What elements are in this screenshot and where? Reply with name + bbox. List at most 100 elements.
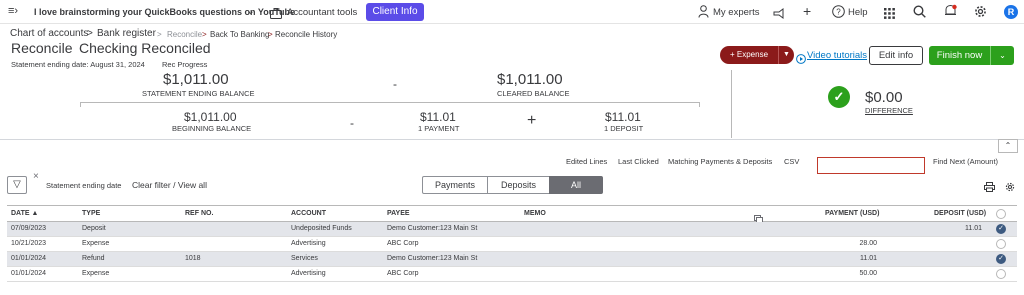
column-deposit[interactable]: DEPOSIT (USD) xyxy=(934,210,986,217)
filter-button[interactable]: ▽ xyxy=(7,176,27,194)
row-cleared-radio[interactable]: ✓ xyxy=(996,224,1006,234)
chevron-down-icon[interactable]: ⌄ xyxy=(247,6,255,17)
cell-type: Deposit xyxy=(82,225,106,232)
chevron-down-icon: ▼ xyxy=(783,51,790,58)
clear-filter-link[interactable]: Clear filter / View all xyxy=(132,180,207,190)
payments-amount: $11.01 xyxy=(420,110,456,124)
chevron-down-icon: ⌄ xyxy=(999,51,1006,60)
last-clicked-link[interactable]: Last Clicked xyxy=(618,157,659,166)
bell-icon[interactable] xyxy=(944,4,957,23)
gear-icon[interactable] xyxy=(974,5,987,23)
deposits-amount: $11.01 xyxy=(605,110,641,124)
payments-count-label: 1 PAYMENT xyxy=(418,124,460,133)
cell-date: 01/01/2024 xyxy=(11,255,47,262)
help-link[interactable]: Help xyxy=(848,7,868,18)
difference-amount: $0.00 xyxy=(865,89,903,106)
chevron-up-icon: ⌃ xyxy=(1004,141,1012,150)
cell-deposit: 11.01 xyxy=(965,225,982,232)
video-tutorials-link[interactable]: Video tutorials xyxy=(807,50,867,61)
table-row[interactable]: 01/01/2024 Refund 1018 Services Demo Custome… xyxy=(7,252,1017,267)
column-payment[interactable]: PAYMENT (USD) xyxy=(825,210,879,217)
tab-all[interactable]: All xyxy=(549,176,603,194)
cell-payment: 50.00 xyxy=(859,270,877,277)
client-info-button[interactable]: Client Info xyxy=(366,3,424,21)
breadcrumb-bank-register[interactable]: Bank register xyxy=(97,28,156,39)
edited-lines-link[interactable]: Edited Lines xyxy=(566,157,607,166)
menu-collapse-icon[interactable]: ≡› xyxy=(8,5,18,17)
breadcrumb-separator: > xyxy=(202,30,207,39)
row-cleared-radio[interactable] xyxy=(996,269,1006,279)
cell-payee: Demo Customer:123 Main St xyxy=(387,225,478,232)
minus-operator: - xyxy=(350,116,354,130)
expense-dropdown-button[interactable]: ▼ xyxy=(778,46,794,64)
cell-date: 10/21/2023 xyxy=(11,240,47,247)
megaphone-icon[interactable] xyxy=(773,6,785,24)
cell-type: Refund xyxy=(82,255,105,262)
column-date[interactable]: DATE ▲ xyxy=(11,210,38,217)
table-settings-gear-icon[interactable] xyxy=(1005,179,1015,197)
checkmark-icon: ✓ xyxy=(828,86,850,108)
breadcrumb-separator: > xyxy=(87,28,93,39)
rec-progress-link[interactable]: Rec Progress xyxy=(162,60,207,69)
difference-label: DIFFERENCE xyxy=(865,106,913,115)
cell-type: Expense xyxy=(82,240,110,247)
column-account[interactable]: ACCOUNT xyxy=(291,210,326,217)
cell-ref: 1018 xyxy=(185,255,201,262)
help-icon[interactable]: ? xyxy=(832,5,845,23)
beginning-balance-label: BEGINNING BALANCE xyxy=(172,124,252,133)
column-type[interactable]: TYPE xyxy=(82,210,100,217)
column-memo[interactable]: MEMO xyxy=(524,210,546,217)
column-payee[interactable]: PAYEE xyxy=(387,210,410,217)
table-row[interactable]: 01/01/2024 Expense Advertising ABC Corp 50.0… xyxy=(7,267,1017,282)
find-amount-input[interactable] xyxy=(817,157,925,174)
find-next-link[interactable]: Find Next (Amount) xyxy=(933,157,998,166)
briefcase-icon[interactable] xyxy=(270,6,282,24)
divider xyxy=(699,102,700,107)
cell-date: 01/01/2024 xyxy=(11,270,47,277)
person-icon[interactable] xyxy=(698,5,709,23)
cleared-balance: $1,011.00 xyxy=(497,71,563,88)
row-cleared-radio[interactable] xyxy=(996,239,1006,249)
add-expense-button[interactable]: + Expense xyxy=(720,46,778,64)
tab-payments[interactable]: Payments xyxy=(422,176,488,194)
cell-payment: 28.00 xyxy=(859,240,877,247)
breadcrumb-back-to-banking[interactable]: Back To Banking xyxy=(210,30,269,39)
my-experts-link[interactable]: My experts xyxy=(713,7,759,18)
finish-dropdown-button[interactable]: ⌄ xyxy=(990,46,1014,65)
select-all-radio[interactable] xyxy=(996,209,1006,219)
cell-account: Undeposited Funds xyxy=(291,225,352,232)
funnel-icon: ▽ xyxy=(13,179,21,190)
collapse-summary-button[interactable]: ⌃ xyxy=(998,139,1018,153)
row-cleared-radio[interactable]: ✓ xyxy=(996,254,1006,264)
breadcrumb-reconcile-history[interactable]: Reconcile History xyxy=(275,30,337,39)
print-icon[interactable] xyxy=(984,179,995,197)
tab-deposits[interactable]: Deposits xyxy=(487,176,550,194)
apps-grid-icon[interactable] xyxy=(884,6,895,24)
csv-link[interactable]: CSV xyxy=(784,157,799,166)
company-name[interactable]: I love brainstorming your QuickBooks que… xyxy=(34,7,295,17)
table-row[interactable]: 07/09/2023 Deposit Undeposited Funds Demo C… xyxy=(7,222,1017,237)
cell-type: Expense xyxy=(82,270,110,277)
matching-payments-deposits-link[interactable]: Matching Payments & Deposits xyxy=(668,157,772,166)
section-divider xyxy=(0,139,1024,140)
search-icon[interactable] xyxy=(913,5,926,23)
play-circle-icon[interactable] xyxy=(796,51,806,69)
page-title: Reconcile xyxy=(11,40,73,56)
cell-account: Advertising xyxy=(291,270,326,277)
divider xyxy=(80,102,81,107)
finish-now-button[interactable]: Finish now xyxy=(929,46,990,65)
clear-filter-close-icon[interactable]: × xyxy=(33,171,39,182)
table-row[interactable]: 10/21/2023 Expense Advertising ABC Corp 28.0… xyxy=(7,237,1017,252)
column-ref-no[interactable]: REF NO. xyxy=(185,210,213,217)
beginning-balance: $1,011.00 xyxy=(184,110,237,124)
svg-text:?: ? xyxy=(836,8,841,17)
statement-date-filter-label: Statement ending date xyxy=(46,181,122,190)
breadcrumb-chart-of-accounts[interactable]: Chart of accounts xyxy=(10,28,88,39)
cell-date: 07/09/2023 xyxy=(11,225,47,232)
divider xyxy=(731,70,732,138)
plus-icon[interactable]: + xyxy=(803,3,811,19)
accountant-tools-link[interactable]: Accountant tools xyxy=(287,7,357,18)
edit-info-button[interactable]: Edit info xyxy=(869,46,923,65)
statement-ending-balance: $1,011.00 xyxy=(163,71,229,88)
avatar[interactable]: R xyxy=(1004,5,1018,19)
